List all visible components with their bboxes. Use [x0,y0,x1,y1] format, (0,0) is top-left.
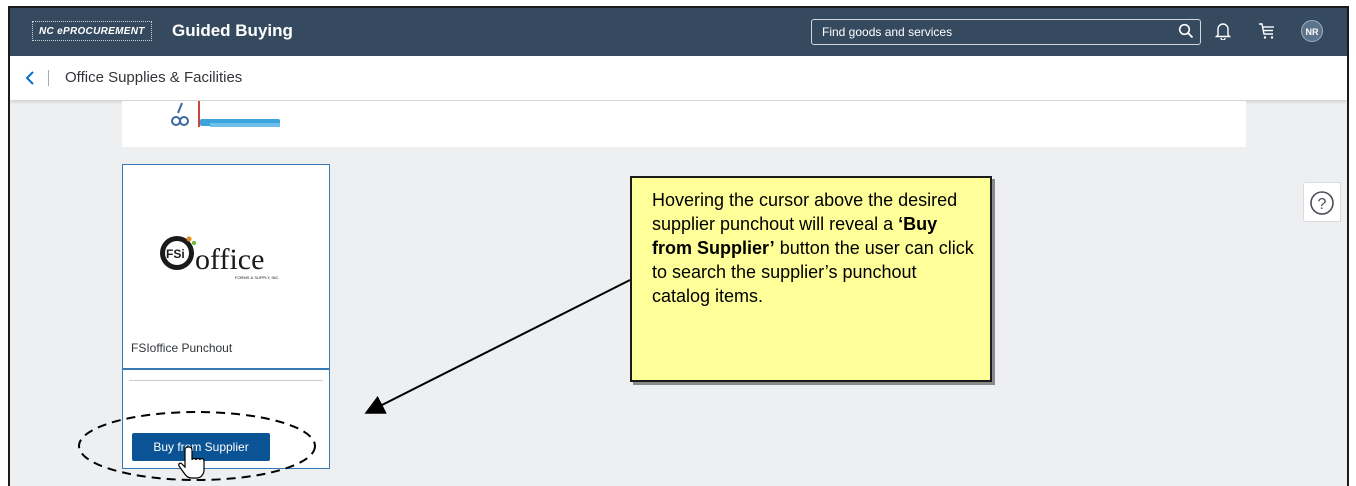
page-title: Office Supplies & Facilities [65,69,243,86]
instruction-callout: Hovering the cursor above the desired su… [630,176,992,382]
svg-text:FORMS & SUPPLY, INC.: FORMS & SUPPLY, INC. [235,275,280,280]
nc-eprocurement-logo[interactable]: NC ePROCUREMENT [32,21,152,41]
category-card [122,101,1246,147]
supplier-name: FSIoffice Punchout [131,341,233,355]
header-divider [48,70,49,86]
search-icon[interactable] [1178,23,1194,44]
supplier-tile[interactable]: FSi office FORMS & SUPPLY, INC. FSIoffic… [122,164,330,369]
shopping-cart-icon[interactable] [1258,22,1276,45]
svg-text:FSi: FSi [166,247,185,261]
app-title: Guided Buying [172,21,293,40]
notifications-bell-icon[interactable] [1214,22,1232,45]
app-window: NC ePROCUREMENT Guided Buying NR Office … [8,6,1349,486]
fsioffice-logo: FSi office FORMS & SUPPLY, INC. [153,227,303,287]
svg-text:?: ? [1318,196,1327,213]
tile-divider [129,380,323,381]
help-button[interactable]: ? [1303,182,1341,222]
category-thumbnail [150,101,304,134]
page-header: Office Supplies & Facilities [10,56,1347,100]
chevron-left-icon[interactable] [24,70,36,91]
svg-text:office: office [195,243,264,276]
search-box[interactable] [811,19,1201,45]
shell-bar: NC ePROCUREMENT Guided Buying NR [10,8,1347,56]
supplier-tile-actions: Buy from Supplier [122,369,330,469]
user-avatar[interactable]: NR [1301,20,1323,42]
buy-from-supplier-button[interactable]: Buy from Supplier [132,433,270,461]
help-circle-icon: ? [1310,191,1334,215]
search-input[interactable] [812,20,1182,44]
